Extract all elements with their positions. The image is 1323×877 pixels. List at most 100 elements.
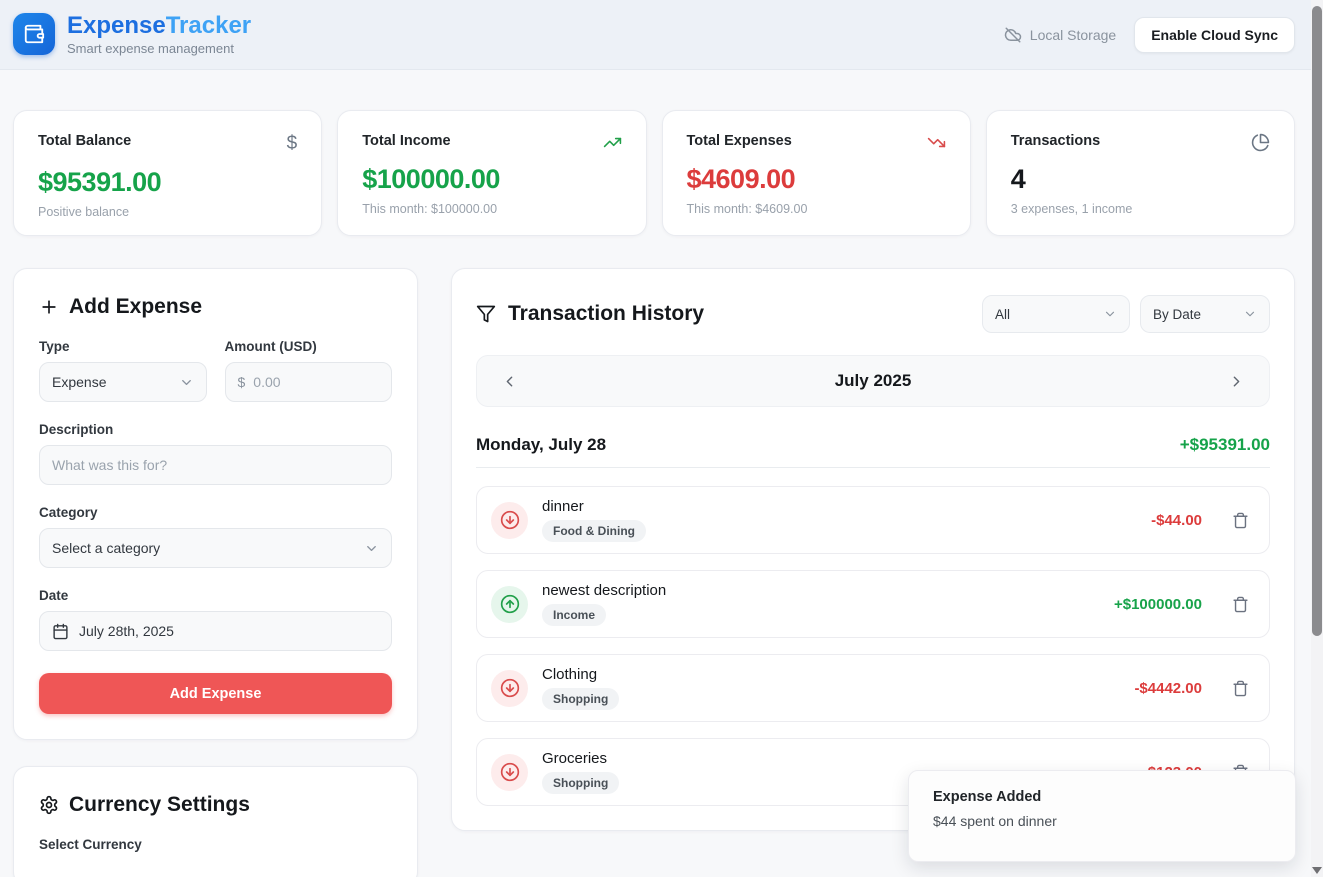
transaction-name: dinner	[542, 498, 1137, 515]
transaction-amount: -$44.00	[1151, 512, 1202, 529]
filter-icon	[476, 304, 496, 324]
previous-month-button[interactable]	[497, 369, 522, 394]
date-field-value: July 28th, 2025	[79, 623, 174, 639]
amount-input[interactable]	[253, 374, 379, 390]
chevron-left-icon	[501, 373, 518, 390]
delete-transaction-button[interactable]	[1230, 594, 1251, 615]
gear-icon	[39, 795, 59, 815]
header-actions: Local Storage Enable Cloud Sync	[1004, 17, 1295, 53]
category-select-value: Select a category	[52, 540, 160, 556]
transaction-row: newest description Income +$100000.00	[476, 570, 1270, 638]
delete-transaction-button[interactable]	[1230, 510, 1251, 531]
transaction-row: dinner Food & Dining -$44.00	[476, 486, 1270, 554]
stat-label: Total Expenses	[687, 133, 792, 149]
current-month-label: July 2025	[835, 371, 912, 391]
add-expense-button[interactable]: Add Expense	[39, 673, 392, 714]
transaction-name: Groceries	[542, 750, 1129, 767]
cloud-off-icon	[1004, 26, 1022, 44]
amount-field[interactable]: $	[225, 362, 393, 402]
dollar-sign-icon: $	[287, 133, 298, 155]
stat-card-total-income: Total Income $100000.00 This month: $100…	[337, 110, 646, 236]
brand-text: ExpenseTracker Smart expense management	[67, 13, 251, 56]
chevron-down-icon	[1243, 307, 1257, 321]
stat-card-total-balance: Total Balance $ $95391.00 Positive balan…	[13, 110, 322, 236]
delete-transaction-button[interactable]	[1230, 678, 1251, 699]
stat-card-total-expenses: Total Expenses $4609.00 This month: $460…	[662, 110, 971, 236]
currency-settings-title: Currency Settings	[69, 793, 250, 817]
transaction-category-badge: Income	[542, 604, 606, 626]
scrollbar-down-arrow-icon[interactable]	[1312, 867, 1322, 874]
stat-label: Total Income	[362, 133, 450, 149]
scrollbar-thumb[interactable]	[1312, 6, 1322, 636]
divider	[476, 467, 1270, 468]
description-input[interactable]	[52, 457, 379, 473]
app-root: ExpenseTracker Smart expense management …	[0, 0, 1323, 877]
transaction-history-panel: Transaction History All By Date	[451, 268, 1295, 831]
app-tagline: Smart expense management	[67, 41, 251, 56]
arrow-down-circle-icon	[491, 670, 528, 707]
description-field[interactable]	[39, 445, 392, 485]
enable-cloud-sync-button[interactable]: Enable Cloud Sync	[1134, 17, 1295, 53]
chevron-down-icon	[1103, 307, 1117, 321]
add-expense-card: Add Expense Type Expense	[13, 268, 418, 740]
wallet-icon	[23, 23, 45, 45]
app-logo	[13, 13, 55, 55]
toast-notification: Expense Added $44 spent on dinner	[908, 770, 1296, 862]
arrow-up-circle-icon	[491, 586, 528, 623]
brand: ExpenseTracker Smart expense management	[13, 13, 251, 56]
stat-label: Total Balance	[38, 133, 131, 149]
type-select[interactable]: Expense	[39, 362, 207, 402]
amount-currency-prefix: $	[238, 374, 246, 390]
chevron-down-icon	[179, 375, 194, 390]
stat-subtext: This month: $100000.00	[362, 202, 621, 216]
chevron-down-icon	[364, 541, 379, 556]
transaction-category-badge: Food & Dining	[542, 520, 646, 542]
currency-settings-card: Currency Settings Select Currency	[13, 766, 418, 877]
trending-up-icon	[603, 133, 622, 152]
trash-icon	[1232, 512, 1249, 529]
arrow-down-circle-icon	[491, 754, 528, 791]
sort-value: By Date	[1153, 307, 1201, 322]
add-expense-title: Add Expense	[69, 295, 202, 319]
select-currency-label: Select Currency	[39, 837, 392, 852]
transaction-list: dinner Food & Dining -$44.00	[476, 486, 1270, 806]
vertical-scrollbar[interactable]	[1311, 0, 1323, 877]
history-title: Transaction History	[508, 302, 704, 326]
type-label: Type	[39, 339, 207, 354]
stat-label: Transactions	[1011, 133, 1100, 149]
history-header: Transaction History All By Date	[476, 295, 1270, 333]
app-title: ExpenseTracker	[67, 13, 251, 39]
date-field[interactable]: July 28th, 2025	[39, 611, 392, 651]
trash-icon	[1232, 680, 1249, 697]
toast-message: $44 spent on dinner	[933, 813, 1271, 829]
stat-subtext: 3 expenses, 1 income	[1011, 202, 1270, 216]
transaction-category-badge: Shopping	[542, 772, 619, 794]
filter-type-value: All	[995, 307, 1010, 322]
amount-label: Amount (USD)	[225, 339, 393, 354]
pie-chart-icon	[1251, 133, 1270, 152]
day-group-total: +$95391.00	[1180, 435, 1270, 455]
next-month-button[interactable]	[1224, 369, 1249, 394]
storage-status: Local Storage	[1004, 26, 1116, 44]
day-group-header: Monday, July 28 +$95391.00	[476, 435, 1270, 455]
stat-value: $100000.00	[362, 164, 621, 195]
sort-select[interactable]: By Date	[1140, 295, 1270, 333]
storage-status-label: Local Storage	[1030, 27, 1116, 43]
transaction-amount: -$4442.00	[1134, 680, 1202, 697]
day-group-date: Monday, July 28	[476, 435, 606, 455]
app-header: ExpenseTracker Smart expense management …	[0, 0, 1323, 70]
stat-value: $4609.00	[687, 164, 946, 195]
transaction-info: dinner Food & Dining	[542, 498, 1137, 542]
transaction-info: newest description Income	[542, 582, 1100, 626]
category-select[interactable]: Select a category	[39, 528, 392, 568]
description-label: Description	[39, 422, 392, 437]
left-column: Add Expense Type Expense	[13, 268, 418, 877]
plus-icon	[39, 297, 59, 317]
trending-down-icon	[927, 133, 946, 152]
calendar-icon	[52, 623, 69, 640]
filter-type-select[interactable]: All	[982, 295, 1130, 333]
transaction-category-badge: Shopping	[542, 688, 619, 710]
history-title-group: Transaction History	[476, 302, 704, 326]
stat-value: $95391.00	[38, 167, 297, 198]
history-controls: All By Date	[982, 295, 1270, 333]
